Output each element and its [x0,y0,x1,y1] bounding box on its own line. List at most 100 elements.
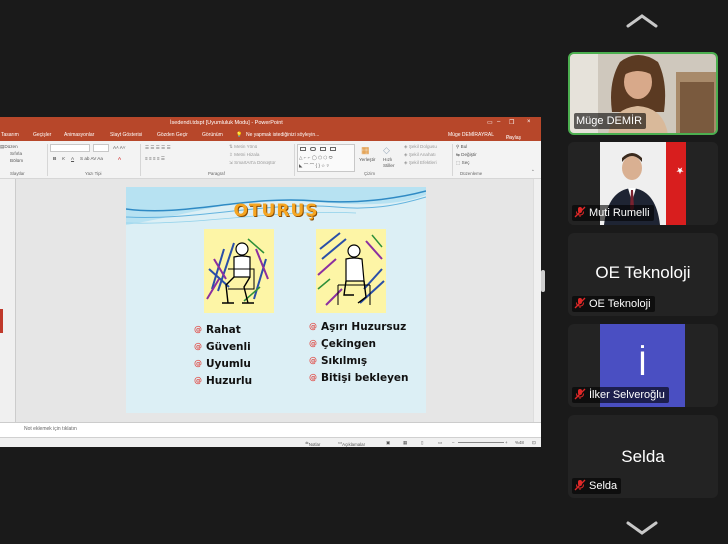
notes-pane[interactable]: Not eklemek için tıklatın [0,422,541,434]
zoom-slider[interactable] [458,442,504,443]
slide-canvas[interactable]: OTURUŞ @ Rahat @ Güvenli @ Uyumlu @ Huzu… [126,187,426,413]
bullets-icon[interactable]: ☰ ☰ ☰ ☰ ☰ [145,145,171,151]
rectangle-shape-icon[interactable] [300,147,306,151]
arrange-button[interactable]: Yerleştir [359,157,375,162]
participant-tile[interactable]: Selda Selda [568,415,718,498]
group-drawing: Çizim [364,171,375,176]
reading-view-icon[interactable]: ▯ [421,440,423,446]
at-bullet-icon: @ [194,325,202,334]
collapse-ribbon-icon[interactable]: ⌃ [531,169,535,175]
restore-icon[interactable]: ❐ [509,119,514,126]
chevron-up-icon[interactable] [620,10,664,32]
line-shape-icon[interactable] [320,147,326,151]
tab-animasyonlar[interactable]: Animasyonlar [64,132,94,138]
replace-button[interactable]: ⇆ Değiştir [456,152,477,158]
bullet-text: Aşırı Huzursuz [321,321,407,333]
select-button[interactable]: ⬚ Seç [456,160,470,166]
ribbon: ▤Düzen Sıfırla Bölüm Slaytlar A˄ A˅ B K … [0,141,541,179]
font-grow-icon[interactable]: A˄ A˅ [113,145,126,150]
font-name-box[interactable] [50,144,90,152]
quick-styles-icon[interactable]: ◇ [383,145,390,156]
notes-toggle[interactable]: ≐ Notlar [305,440,320,447]
resize-handle[interactable] [541,270,545,292]
group-paragraph: Paragraf [208,171,225,176]
vertical-scrollbar[interactable] [533,179,541,434]
participant-name-label: Muti Rumelli [572,205,654,221]
strikethrough-icon[interactable]: S ab AV Aa [80,156,103,161]
participant-tile[interactable]: OE Teknoloji OE Teknoloji [568,233,718,316]
chevron-down-icon[interactable] [620,517,664,539]
ppt-editor-area: OTURUŞ @ Rahat @ Güvenli @ Uyumlu @ Huzu… [0,179,541,434]
align-text-button[interactable]: ⇳ Metni Hizala [229,152,259,158]
participant-tile[interactable]: İ İlker Selveroğlu [568,324,718,407]
sorter-view-icon[interactable]: ▦ [403,440,407,446]
bullet-text: Bitişi bekleyen [321,372,409,384]
slideshow-view-icon[interactable]: ▭ [438,440,442,446]
quick-styles-button[interactable]: Hızlı Stiller [383,157,397,169]
participant-tile[interactable]: Muti Rumelli [568,142,718,225]
slide-thumbnail[interactable] [0,309,3,333]
normal-view-icon[interactable]: ▣ [386,440,390,446]
replace-label: Değiştir [461,152,477,157]
at-bullet-icon: @ [194,376,202,385]
sitting-person-icon [317,232,385,306]
zoom-in-icon[interactable]: + [505,440,508,445]
tab-gecisler[interactable]: Geçişler [33,132,51,138]
notes-placeholder: Not eklemek için tıklatın [24,426,77,432]
tab-gozden-gecir[interactable]: Gözden Geçir [157,132,188,138]
list-item: @ Sıkılmış [309,355,409,372]
tab-slayt-gosterisi[interactable]: Slayt Gösterisi [110,132,142,138]
find-label: Bul [460,144,468,149]
participant-name-label: Selda [572,478,622,494]
close-icon[interactable]: × [527,119,531,125]
select-label: Seç [461,160,470,165]
text-direction-button[interactable]: ⇅ Metin Yönü [229,144,257,150]
participant-name: Selda [589,480,618,492]
reset-button[interactable]: Sıfırla [10,151,22,156]
bold-icon[interactable]: B [53,156,56,161]
shared-screen[interactable]: İsedendi.tdspt [Uyumluluk Modu] - PowerP… [0,117,541,447]
font-color-icon[interactable]: A [118,156,121,161]
shape-fill-button[interactable]: ◈ Şekil Dolgusu [404,144,437,150]
ppt-title-bar: İsedendi.tdspt [Uyumluluk Modu] - PowerP… [0,117,541,129]
participant-tile[interactable]: Müge DEMİR [568,52,718,135]
slide-thumbnail-pane[interactable] [0,179,16,434]
italic-icon[interactable]: K [62,156,65,161]
smartart-button[interactable]: ⇲ SmartArt'a Dönüştür [229,160,276,166]
comments-toggle-label: Açıklamalar [342,442,366,447]
list-item: @ Bitişi bekleyen [309,372,409,389]
tab-tasarim[interactable]: Tasarım [1,132,19,138]
bullet-text: Rahat [206,324,241,336]
text-direction-label: Metin Yönü [234,144,258,149]
layout-button[interactable]: ▤Düzen [0,144,18,150]
fit-slide-icon[interactable]: ⊡ [532,440,536,446]
search-icon: ⚲ [456,144,460,149]
layout-label: Düzen [4,144,18,149]
zoom-out-icon[interactable]: – [452,440,454,445]
underline-icon[interactable]: A [71,156,74,161]
ribbon-divider [294,144,295,176]
arrange-icon[interactable]: ▦ [361,145,370,156]
notes-toggle-label: Notlar [308,442,321,447]
positive-bullet-list: @ Rahat @ Güvenli @ Uyumlu @ Huzurlu [194,324,252,392]
account-name[interactable]: Müge DEMİRAYRAL [448,132,494,138]
shape-effects-button[interactable]: ◈ Şekil Efektleri [404,160,437,166]
muted-mic-icon [574,206,586,218]
minimize-icon[interactable]: – [497,119,500,125]
oval-shape-icon[interactable] [330,147,336,151]
shape-row-icons-2[interactable]: ◣ ⌒ ⌒ { } ☆ ▿ [299,163,329,169]
tell-me-input[interactable]: Ne yapmak istediğinizi söyleyin... [246,132,319,138]
find-button[interactable]: ⚲ Bul [456,144,467,150]
align-icon[interactable]: ≡ ≡ ≡ ≡ ☰ [145,156,165,162]
shape-row-icons[interactable]: △ ⌐ ⌐ ◯ ⬠ ⬡ ⬭ [299,155,333,161]
at-bullet-icon: @ [194,342,202,351]
comments-toggle[interactable]: ▭ Açıklamalar [338,440,365,447]
font-size-box[interactable] [93,144,109,152]
section-button[interactable]: Bölüm [10,158,23,163]
zoom-level[interactable]: %48 [515,440,524,445]
shape-outline-button[interactable]: ◈ Şekil Anahatı [404,152,436,158]
at-bullet-icon: @ [309,373,317,382]
ribbon-options-icon[interactable]: ▭ [487,119,493,126]
rounded-rect-shape-icon[interactable] [310,147,316,151]
tab-gorunum[interactable]: Görünüm [202,132,223,138]
